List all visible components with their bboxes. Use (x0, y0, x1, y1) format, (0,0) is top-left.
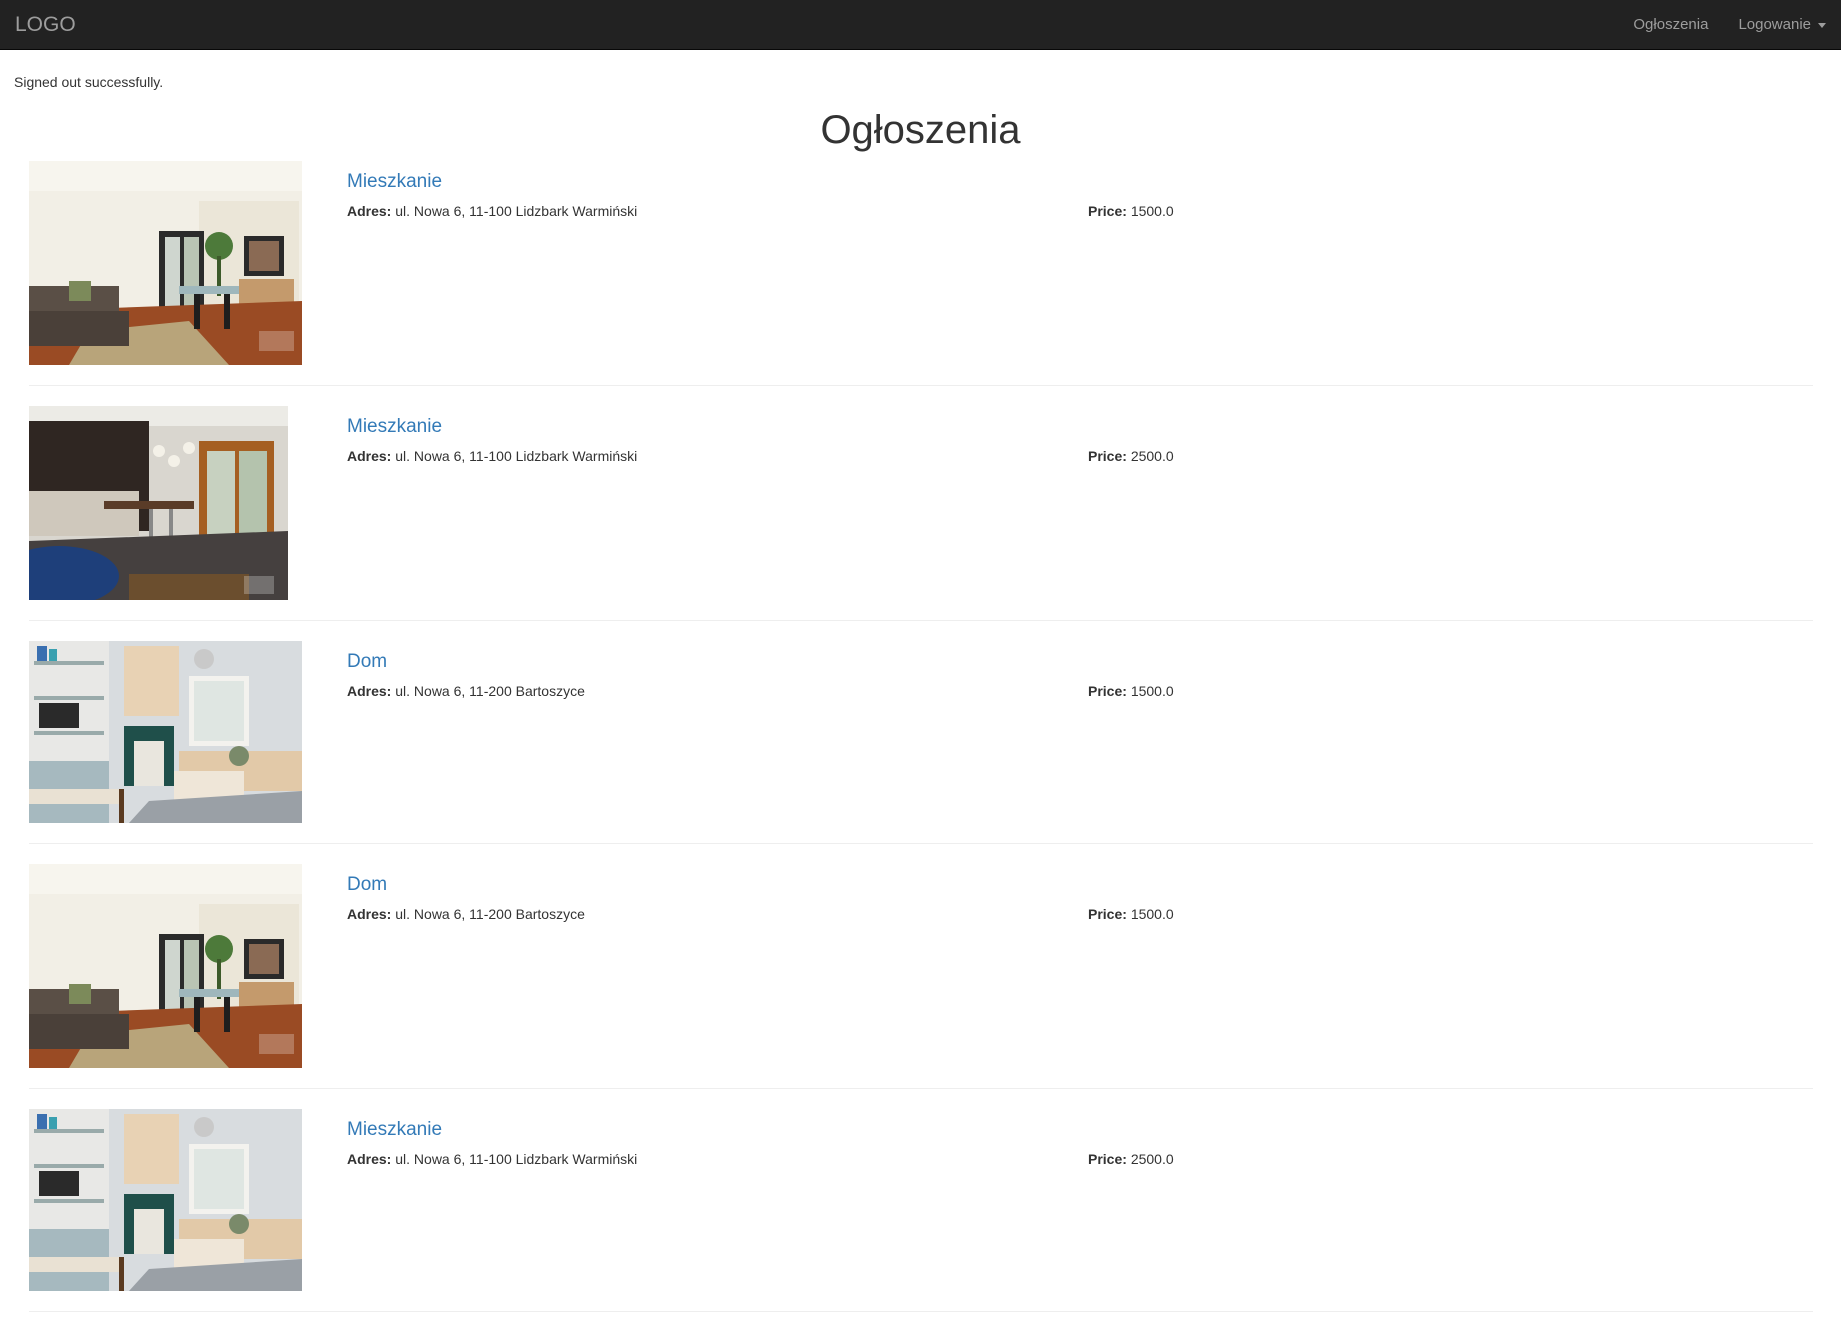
listing-photo-lounge[interactable] (29, 641, 302, 823)
listing-address: Adres: ul. Nowa 6, 11-100 Lidzbark Warmi… (347, 447, 637, 465)
listing-item: Dom Adres: ul. Nowa 6, 11-200 Bartoszyce… (29, 640, 1813, 844)
address-label: Adres: (347, 448, 392, 464)
caret-down-icon (1818, 22, 1826, 28)
page-title: Ogłoszenia (820, 108, 1021, 152)
price-value: 2500.0 (1130, 1151, 1174, 1167)
listing-price: Price: 1500.0 (1088, 905, 1174, 923)
listing-title-link[interactable]: Mieszkanie (347, 170, 442, 194)
navbar-right: Ogłoszenia Logowanie (1603, 0, 1826, 50)
listing-item: Mieszkanie Adres: ul. Nowa 6, 11-100 Lid… (29, 160, 1813, 386)
address-label: Adres: (347, 683, 392, 699)
listing-title-link[interactable]: Dom (347, 873, 387, 897)
listing-photo-kitchen[interactable] (29, 406, 288, 600)
price-value: 1500.0 (1130, 906, 1174, 922)
nav-link-ogloszenia[interactable]: Ogłoszenia (1633, 15, 1708, 35)
listing-title-link[interactable]: Mieszkanie (347, 1118, 442, 1142)
listing-photo-lounge[interactable] (29, 1109, 302, 1291)
listing-photo-living-room[interactable] (29, 161, 302, 365)
address-label: Adres: (347, 906, 392, 922)
address-value: ul. Nowa 6, 11-100 Lidzbark Warmiński (395, 203, 638, 219)
price-value: 1500.0 (1130, 203, 1174, 219)
listing-title-link[interactable]: Mieszkanie (347, 415, 442, 439)
flash-notice: Signed out successfully. (14, 74, 164, 90)
listing-address: Adres: ul. Nowa 6, 11-100 Lidzbark Warmi… (347, 202, 637, 220)
price-value: 2500.0 (1130, 448, 1174, 464)
nav-dropdown-label: Logowanie (1738, 16, 1811, 33)
price-label: Price: (1088, 683, 1127, 699)
listing-address: Adres: ul. Nowa 6, 11-100 Lidzbark Warmi… (347, 1150, 637, 1168)
price-label: Price: (1088, 448, 1127, 464)
address-label: Adres: (347, 1151, 392, 1167)
brand-logo-link[interactable]: LOGO (15, 13, 76, 37)
listing-title-link[interactable]: Dom (347, 650, 387, 674)
price-label: Price: (1088, 1151, 1127, 1167)
listing-photo-living-room[interactable] (29, 864, 302, 1068)
listing-address: Adres: ul. Nowa 6, 11-200 Bartoszyce (347, 682, 585, 700)
address-value: ul. Nowa 6, 11-100 Lidzbark Warmiński (395, 448, 638, 464)
listing-item: Dom Adres: ul. Nowa 6, 11-200 Bartoszyce… (29, 863, 1813, 1089)
listing-price: Price: 1500.0 (1088, 202, 1174, 220)
listing-price: Price: 1500.0 (1088, 682, 1174, 700)
listing-item: Mieszkanie Adres: ul. Nowa 6, 11-100 Lid… (29, 405, 1813, 621)
listing-item: Mieszkanie Adres: ul. Nowa 6, 11-100 Lid… (29, 1108, 1813, 1312)
nav-dropdown-logowanie[interactable]: Logowanie (1738, 15, 1826, 35)
listing-price: Price: 2500.0 (1088, 1150, 1174, 1168)
price-label: Price: (1088, 203, 1127, 219)
address-label: Adres: (347, 203, 392, 219)
price-label: Price: (1088, 906, 1127, 922)
address-value: ul. Nowa 6, 11-200 Bartoszyce (395, 683, 585, 699)
listing-price: Price: 2500.0 (1088, 447, 1174, 465)
navbar: LOGO Ogłoszenia Logowanie (0, 0, 1841, 50)
address-value: ul. Nowa 6, 11-200 Bartoszyce (395, 906, 585, 922)
listing-address: Adres: ul. Nowa 6, 11-200 Bartoszyce (347, 905, 585, 923)
address-value: ul. Nowa 6, 11-100 Lidzbark Warmiński (395, 1151, 638, 1167)
price-value: 1500.0 (1130, 683, 1174, 699)
